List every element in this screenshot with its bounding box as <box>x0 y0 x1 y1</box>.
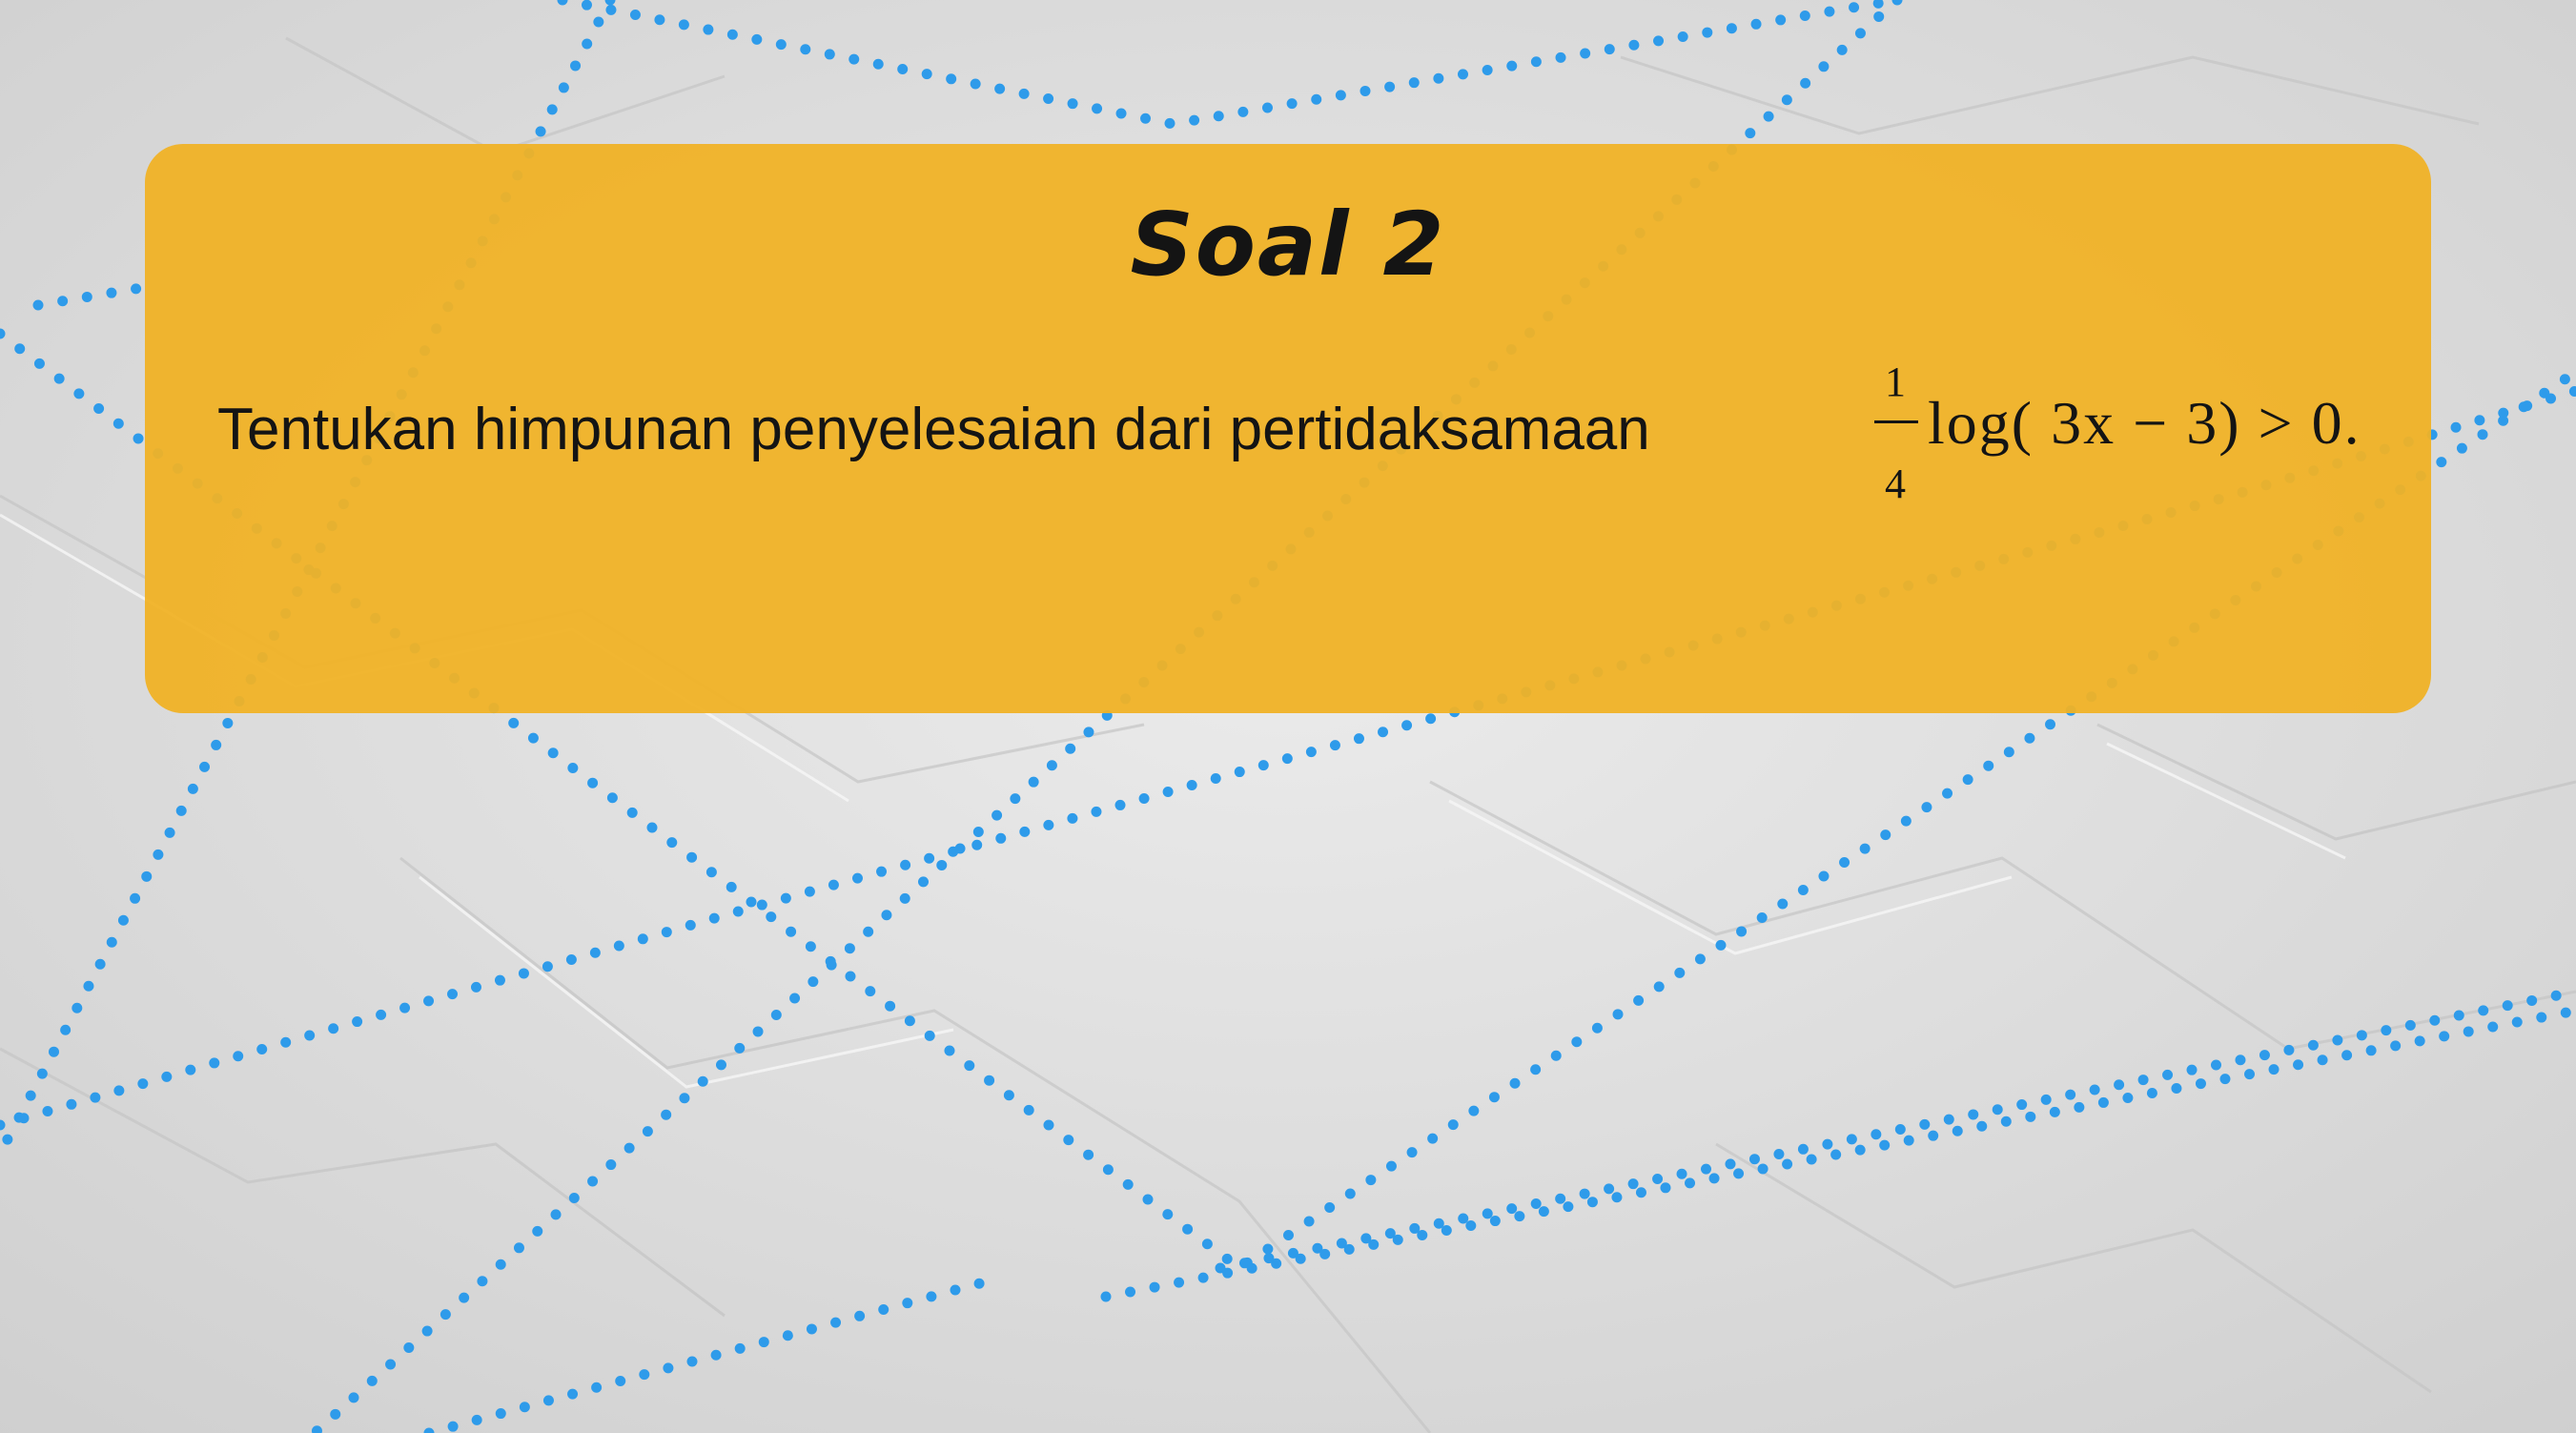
fraction-bar <box>1874 420 1918 423</box>
question-card: Soal 2 Tentukan himpunan penyelesaian da… <box>145 144 2431 713</box>
log-expression: log( 3x − 3) > 0. <box>1928 389 2361 457</box>
inequality-expression: 1 4 log( 3x − 3) > 0. <box>1867 358 2576 516</box>
fraction-numerator: 1 <box>1885 358 1906 405</box>
fraction-denominator: 4 <box>1885 461 1906 507</box>
question-line: Tentukan himpunan penyelesaian dari pert… <box>217 361 2410 516</box>
question-text: Tentukan himpunan penyelesaian dari pert… <box>217 397 1650 462</box>
slide-title: Soal 2 <box>1130 194 1446 296</box>
